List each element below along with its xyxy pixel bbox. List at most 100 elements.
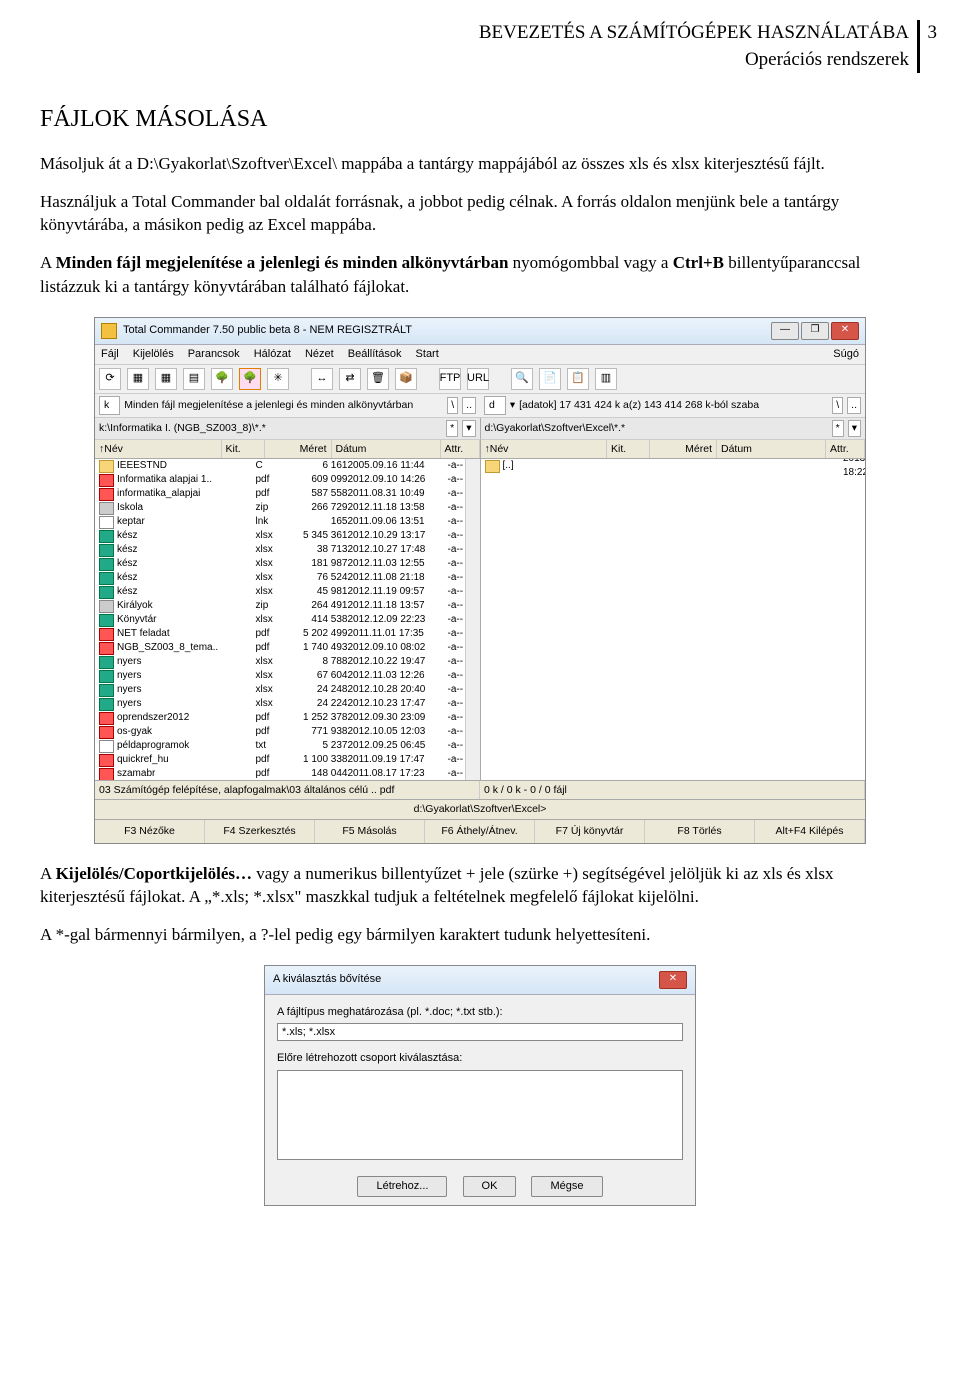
col-ext[interactable]: Kit.	[222, 440, 265, 459]
file-date: 2012.09.25 06:45	[348, 739, 448, 753]
menu-nezet[interactable]: Nézet	[305, 347, 334, 362]
branch-view-icon[interactable]: 🌳	[239, 368, 261, 390]
menu-sugo[interactable]: Súgó	[833, 347, 859, 362]
menu-parancsok[interactable]: Parancsok	[188, 347, 240, 362]
file-row[interactable]: keptarlnk1652011.09.06 13:51-a--	[95, 515, 480, 529]
f7-button[interactable]: F7 Új könyvtár	[535, 820, 645, 843]
file-row[interactable]: nyersxlsx24 2482012.10.28 20:40-a--	[95, 683, 480, 697]
file-row[interactable]: Iskolazip266 7292012.11.18 13:58-a--	[95, 501, 480, 515]
search-icon[interactable]: 🔍	[511, 368, 533, 390]
col-size[interactable]: Méret	[265, 440, 332, 459]
file-size: 181 987	[290, 557, 348, 571]
f4-button[interactable]: F4 Szerkesztés	[205, 820, 315, 843]
left-drive-selector[interactable]: k	[99, 396, 120, 415]
path-button[interactable]: *	[446, 420, 458, 437]
f8-button[interactable]: F8 Törlés	[645, 820, 755, 843]
drive-button[interactable]: \	[832, 397, 843, 414]
file-row[interactable]: NGB_SZ003_8_tema..pdf1 740 4932012.09.10…	[95, 641, 480, 655]
drive-button[interactable]: \	[447, 397, 458, 414]
f5-button[interactable]: F5 Másolás	[315, 820, 425, 843]
file-row[interactable]: készxlsx38 7132012.10.27 17:48-a--	[95, 543, 480, 557]
scrollbar[interactable]	[465, 459, 480, 779]
menu-fajl[interactable]: Fájl	[101, 347, 119, 362]
minimize-button[interactable]: —	[771, 322, 799, 340]
file-row[interactable]: Informatika alapjai 1..pdf609 0992012.09…	[95, 473, 480, 487]
right-file-list[interactable]: [..]2013.08.08 18:22	[481, 459, 866, 779]
drive-button[interactable]: ..	[462, 397, 476, 414]
col-attr[interactable]: Attr.	[826, 440, 865, 459]
file-row[interactable]: példaprogramoktxt5 2372012.09.25 06:45-a…	[95, 739, 480, 753]
close-button[interactable]: ✕	[659, 971, 687, 989]
para-2: Használjuk a Total Commander bal oldalát…	[40, 190, 920, 238]
file-row[interactable]: nyersxlsx8 7882012.10.22 19:47-a--	[95, 655, 480, 669]
file-row[interactable]: nyersxlsx67 6042012.11.03 12:26-a--	[95, 669, 480, 683]
toolbar-icon[interactable]: ▤	[183, 368, 205, 390]
file-row[interactable]: informatika_alapjaipdf587 5582011.08.31 …	[95, 487, 480, 501]
para-5: A *-gal bármennyi bármilyen, a ?-lel ped…	[40, 923, 920, 947]
file-row[interactable]: os-gyakpdf771 9382012.10.05 12:03-a--	[95, 725, 480, 739]
left-file-list[interactable]: IEEESTNDC6 1612005.09.16 11:44-a--Inform…	[95, 459, 480, 779]
toolbar-icon[interactable]: URL	[467, 368, 489, 390]
file-row[interactable]: IEEESTNDC6 1612005.09.16 11:44-a--	[95, 459, 480, 473]
col-date[interactable]: Dátum	[332, 440, 441, 459]
drive-button[interactable]: ..	[847, 397, 861, 414]
toolbar-icon[interactable]: 📄	[539, 368, 561, 390]
f6-button[interactable]: F6 Áthely/Átnev.	[425, 820, 535, 843]
file-row[interactable]: készxlsx45 9812012.11.19 09:57-a--	[95, 585, 480, 599]
right-path[interactable]: d:\Gyakorlat\Szoftver\Excel\*.*	[485, 421, 828, 436]
col-size[interactable]: Méret	[650, 440, 717, 459]
toolbar-icon[interactable]: ⇄	[339, 368, 361, 390]
col-attr[interactable]: Attr.	[441, 440, 480, 459]
menu-beallitasok[interactable]: Beállítások	[348, 347, 402, 362]
group-listbox[interactable]	[277, 1070, 683, 1160]
file-date: 2012.10.22 19:47	[348, 655, 448, 669]
file-icon	[99, 628, 114, 641]
ok-button[interactable]: OK	[463, 1176, 517, 1197]
col-ext[interactable]: Kit.	[607, 440, 650, 459]
close-button[interactable]: ✕	[831, 322, 859, 340]
toolbar-icon[interactable]: 🗑	[367, 368, 389, 390]
menu-kijeloles[interactable]: Kijelölés	[133, 347, 174, 362]
file-row[interactable]: szamabrpdf148 0442011.08.17 17:23-a--	[95, 767, 480, 779]
toolbar-icon[interactable]: FTP	[439, 368, 461, 390]
menu-halozat[interactable]: Hálózat	[254, 347, 291, 362]
file-size: 1 252 378	[290, 711, 348, 725]
path-button[interactable]: *	[832, 420, 844, 437]
command-line[interactable]: d:\Gyakorlat\Szoftver\Excel>	[95, 799, 865, 819]
file-row[interactable]: nyersxlsx24 2242012.10.23 17:47-a--	[95, 697, 480, 711]
cancel-button[interactable]: Mégse	[531, 1176, 602, 1197]
path-button[interactable]: ▾	[848, 420, 861, 437]
toolbar-icon[interactable]: ✳	[267, 368, 289, 390]
altf4-button[interactable]: Alt+F4 Kilépés	[755, 820, 865, 843]
mask-input[interactable]	[277, 1023, 683, 1041]
col-name[interactable]: ↑Név	[95, 440, 222, 459]
maximize-button[interactable]: ❐	[801, 322, 829, 340]
right-drive-selector[interactable]: d	[484, 396, 506, 415]
file-row[interactable]: NET feladatpdf5 202 4992011.11.01 17:35-…	[95, 627, 480, 641]
toolbar-icon[interactable]: ▦	[155, 368, 177, 390]
file-row[interactable]: készxlsx76 5242012.11.08 21:18-a--	[95, 571, 480, 585]
refresh-icon[interactable]: ⟳	[99, 368, 121, 390]
file-date: 2013.08.08 18:22	[843, 459, 865, 478]
file-row[interactable]: készxlsx5 345 3612012.10.29 13:17-a--	[95, 529, 480, 543]
file-row[interactable]: készxlsx181 9872012.11.03 12:55-a--	[95, 557, 480, 571]
file-row[interactable]: [..]2013.08.08 18:22	[481, 459, 866, 473]
file-row[interactable]: oprendszer2012pdf1 252 3782012.09.30 23:…	[95, 711, 480, 725]
file-row[interactable]: Könyvtárxlsx414 5382012.12.09 22:23-a--	[95, 613, 480, 627]
menu-start[interactable]: Start	[416, 347, 439, 362]
path-button[interactable]: ▾	[462, 420, 475, 437]
col-date[interactable]: Dátum	[717, 440, 826, 459]
toolbar-icon[interactable]: ▥	[595, 368, 617, 390]
file-row[interactable]: quickref_hupdf1 100 3382011.09.19 17:47-…	[95, 753, 480, 767]
col-name[interactable]: ↑Név	[481, 440, 608, 459]
file-date: 2012.10.27 17:48	[348, 543, 448, 557]
create-button[interactable]: Létrehoz...	[357, 1176, 447, 1197]
toolbar-icon[interactable]: 🌳	[211, 368, 233, 390]
toolbar-icon[interactable]: 📦	[395, 368, 417, 390]
toolbar-icon[interactable]: 📋	[567, 368, 589, 390]
toolbar-icon[interactable]: ↔	[311, 368, 333, 390]
left-path[interactable]: k:\Informatika I. (NGB_SZ003_8)\*.*	[99, 421, 442, 436]
toolbar-icon[interactable]: ▦	[127, 368, 149, 390]
f3-button[interactable]: F3 Nézőke	[95, 820, 205, 843]
file-row[interactable]: Királyokzip264 4912012.11.18 13:57-a--	[95, 599, 480, 613]
